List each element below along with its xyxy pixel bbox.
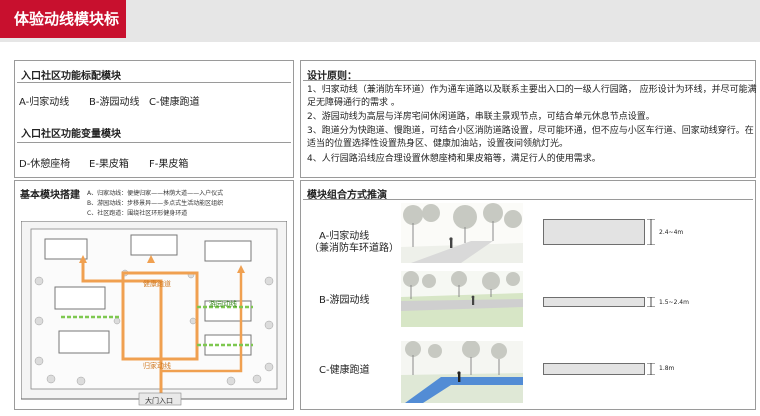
dimension-mark-a xyxy=(647,219,655,245)
module-d: D-休憩座椅 xyxy=(19,159,71,170)
module-a: A-归家动线 xyxy=(19,97,70,108)
variable-module-title: 入口社区功能变量模块 xyxy=(21,129,121,140)
divider xyxy=(17,142,291,143)
basic-note-a: A、归家动线：便捷归家——林荫大道——入户仪式 xyxy=(87,190,224,197)
gate-label: 大门入口 xyxy=(145,397,173,405)
principle-1: 1、归家动线（兼消防车环道）作为通车道路以及联系主要出入口的一级人行园路， 应形… xyxy=(307,85,757,108)
basic-module-title: 基本模块搭建 xyxy=(20,190,80,201)
dimension-c: 1.8m xyxy=(659,365,675,372)
divider xyxy=(17,82,291,83)
site-plan xyxy=(21,221,287,406)
garden-route-label: 游园动线 xyxy=(209,300,237,308)
combination-panel: 模块组合方式推演 A-归家动线 （兼消防车环道路） 2.4~4m B-游园动线 … xyxy=(300,180,756,410)
basic-note-b: B、游园动线：步移景异——多点式生活动能区组织 xyxy=(87,200,224,207)
divider xyxy=(303,199,753,200)
dimension-a: 2.4~4m xyxy=(659,229,684,236)
function-module-panel: 入口社区功能标配模块 A-归家动线 B-游园动线 C-健康跑道 入口社区功能变量… xyxy=(14,60,294,178)
principle-4: 4、人行园路沿线应合理设置休憩座椅和果皮箱等，满足行人的使用需求。 xyxy=(307,154,601,164)
scene-garden-route xyxy=(401,271,523,327)
function-module-title: 入口社区功能标配模块 xyxy=(21,71,121,82)
basic-note-c: C、社区跑道：围绕社区环形健身环道 xyxy=(87,210,188,217)
combination-label-b: B-游园动线 xyxy=(319,295,370,306)
health-track-label: 健康跑道 xyxy=(143,280,171,288)
principle-2: 2、游园动线为高层与洋房宅间休闲道路，串联主景观节点，可结合单元休息节点设置。 xyxy=(307,112,655,122)
home-route-label: 归家动线 xyxy=(143,362,171,370)
principle-3: 3、跑道分为快跑道、慢跑道，可结合小区消防道路设置，尽可能环通，但不应与小区车行… xyxy=(307,126,754,149)
module-b: B-游园动线 xyxy=(89,97,140,108)
module-e: E-果皮箱 xyxy=(89,159,129,170)
dimension-mark-c xyxy=(647,363,655,375)
combination-sublabel-a: （兼消防车环道路） xyxy=(309,243,399,254)
module-c: C-健康跑道 xyxy=(149,97,200,108)
width-bar-c xyxy=(543,363,645,375)
module-f: F-果皮箱 xyxy=(149,159,189,170)
width-bar-a xyxy=(543,219,645,245)
scene-health-track xyxy=(401,341,523,403)
principles-panel: 设计原则： 1、归家动线（兼消防车环道）作为通车道路以及联系主要出入口的一级人行… xyxy=(300,60,757,178)
scene-home-route xyxy=(401,203,523,263)
page-title: 体验动线模块标准 xyxy=(0,0,126,66)
basic-module-panel: 基本模块搭建 A、归家动线：便捷归家——林荫大道——入户仪式 B、游园动线：步移… xyxy=(14,180,294,410)
header-band: 体验动线模块标准 xyxy=(0,0,760,66)
combination-label-c: C-健康跑道 xyxy=(319,365,370,376)
divider xyxy=(303,80,753,81)
dimension-b: 1.5~2.4m xyxy=(659,299,689,306)
dimension-mark-b xyxy=(647,297,655,307)
width-bar-b xyxy=(543,297,645,307)
